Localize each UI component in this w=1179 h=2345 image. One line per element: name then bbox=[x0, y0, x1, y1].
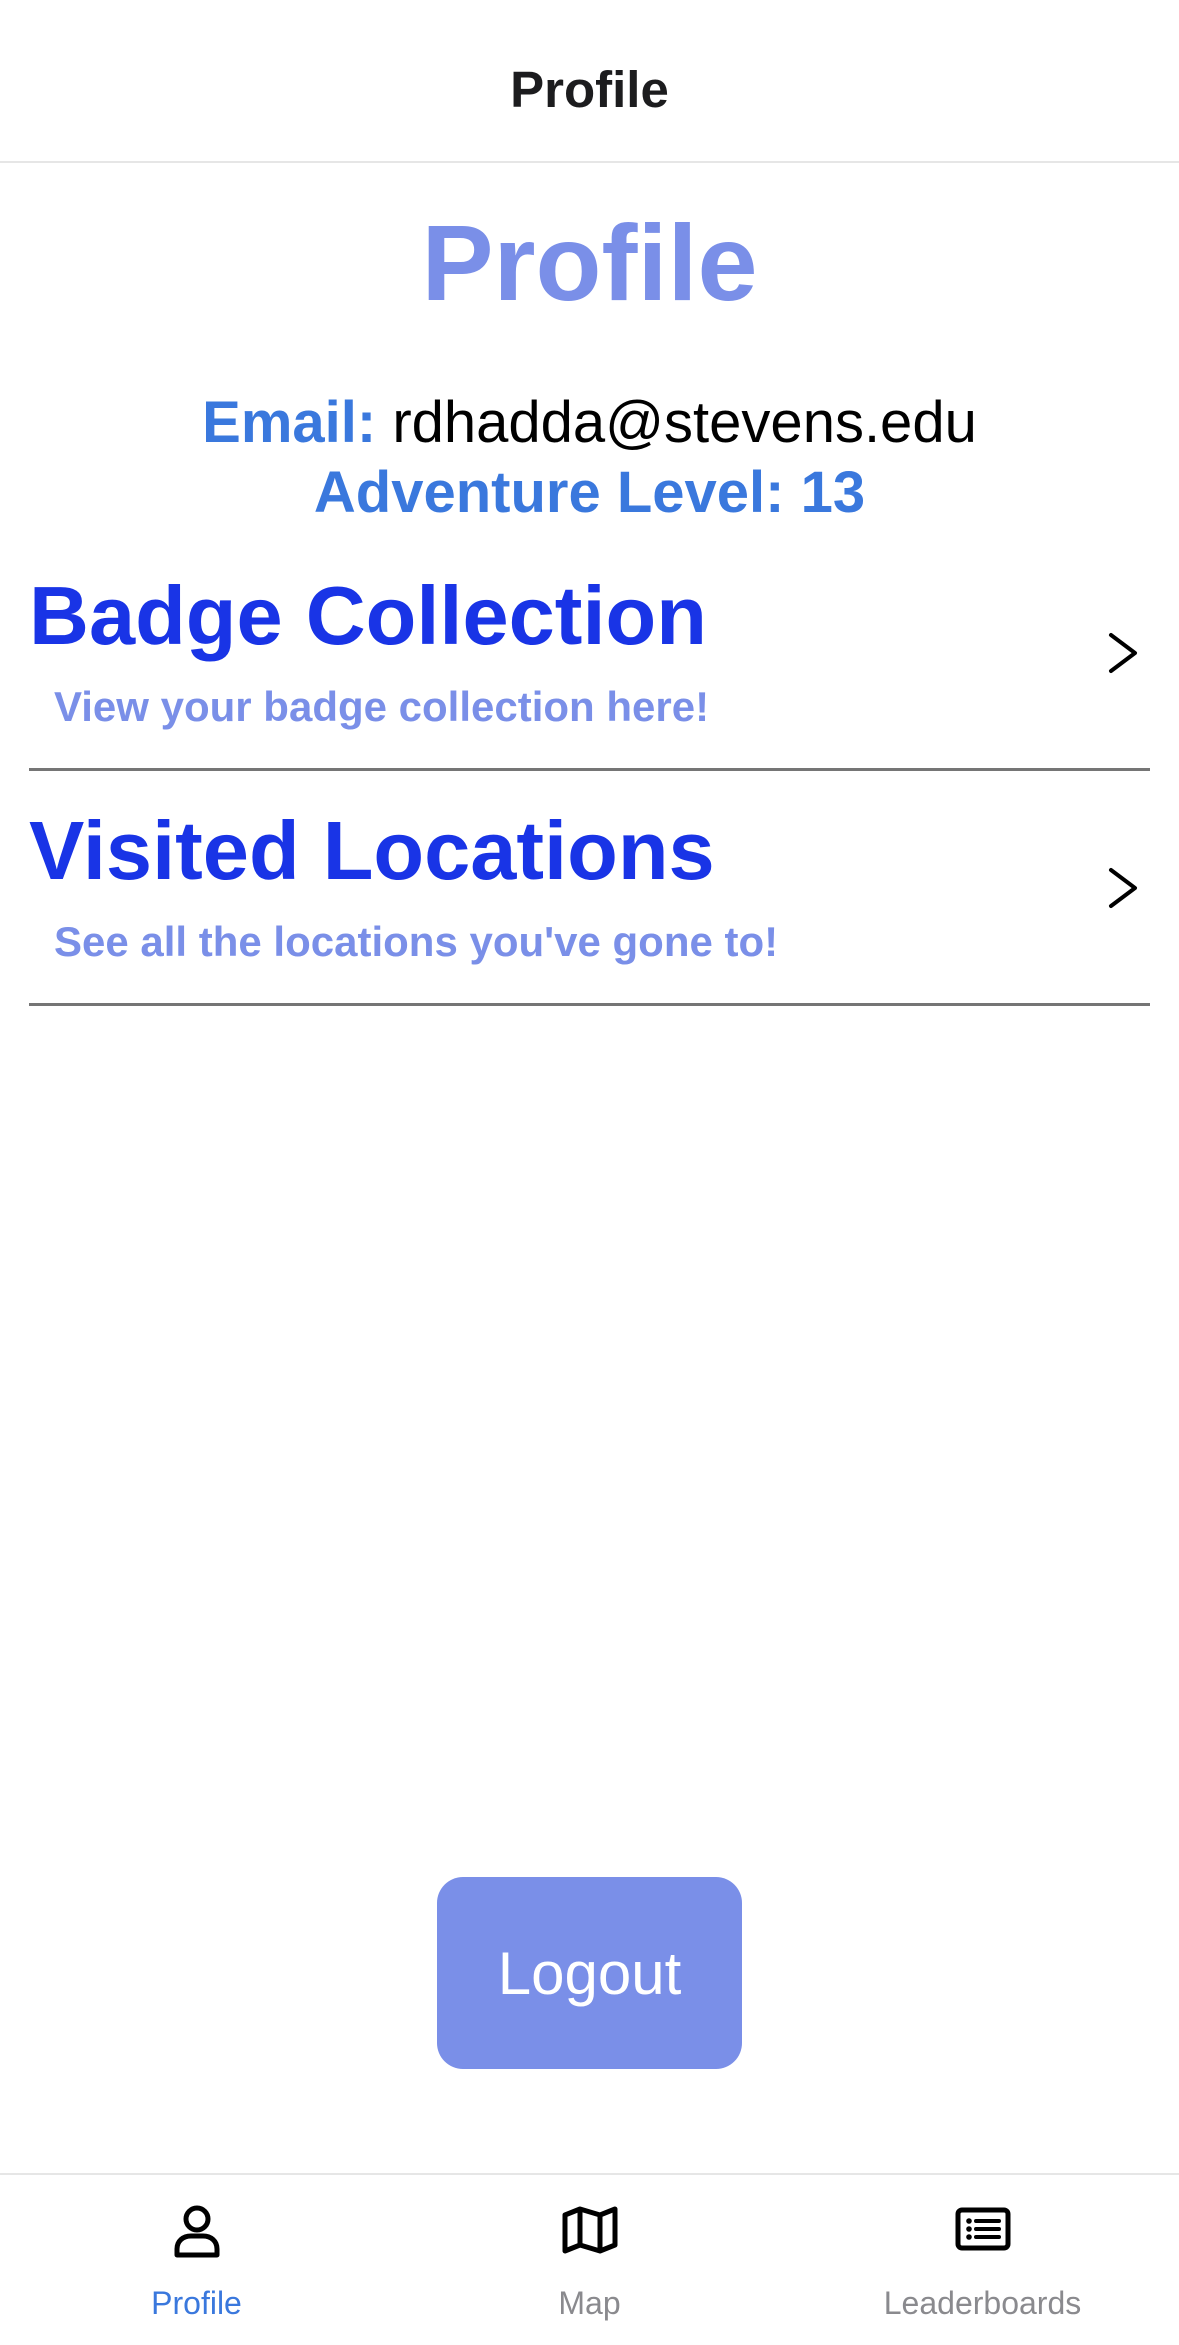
nav-title: Profile bbox=[510, 61, 669, 118]
tab-profile[interactable]: Profile bbox=[0, 2175, 393, 2345]
tab-map[interactable]: Map bbox=[393, 2175, 786, 2345]
chevron-right-icon bbox=[1109, 633, 1137, 673]
badge-collection-subtitle: View your badge collection here! bbox=[54, 683, 710, 730]
navigation-header: Profile bbox=[0, 0, 1179, 163]
visited-locations-subtitle: See all the locations you've gone to! bbox=[54, 918, 779, 965]
map-icon bbox=[562, 2206, 617, 2254]
visited-locations-row[interactable]: Visited Locations See all the locations … bbox=[29, 770, 1150, 1006]
list-icon bbox=[955, 2207, 1010, 2251]
logout-button[interactable]: Logout bbox=[437, 1877, 742, 2069]
person-icon bbox=[174, 2205, 219, 2258]
tab-leaderboards[interactable]: Leaderboards bbox=[786, 2175, 1179, 2345]
adventure-level-info: Adventure Level: 13 bbox=[0, 458, 1179, 528]
visited-locations-title: Visited Locations bbox=[29, 804, 715, 897]
tab-leaderboards-label: Leaderboards bbox=[883, 2285, 1082, 2321]
email-info: Email: rdhadda@stevens.edu bbox=[0, 388, 1179, 458]
badge-collection-title: Badge Collection bbox=[29, 569, 707, 662]
email-label: Email: bbox=[202, 390, 377, 455]
tab-bar: Profile Map Leaderboards bbox=[0, 2173, 1179, 2345]
badge-collection-row[interactable]: Badge Collection View your badge collect… bbox=[29, 535, 1150, 771]
chevron-right-icon bbox=[1109, 868, 1137, 908]
adventure-level-label: Adventure Level: bbox=[313, 460, 785, 525]
email-value: rdhadda@stevens.edu bbox=[392, 390, 977, 455]
page-title: Profile bbox=[421, 202, 758, 323]
tab-map-label: Map bbox=[558, 2285, 621, 2321]
adventure-level-value: 13 bbox=[800, 460, 866, 525]
tab-profile-label: Profile bbox=[151, 2285, 242, 2321]
